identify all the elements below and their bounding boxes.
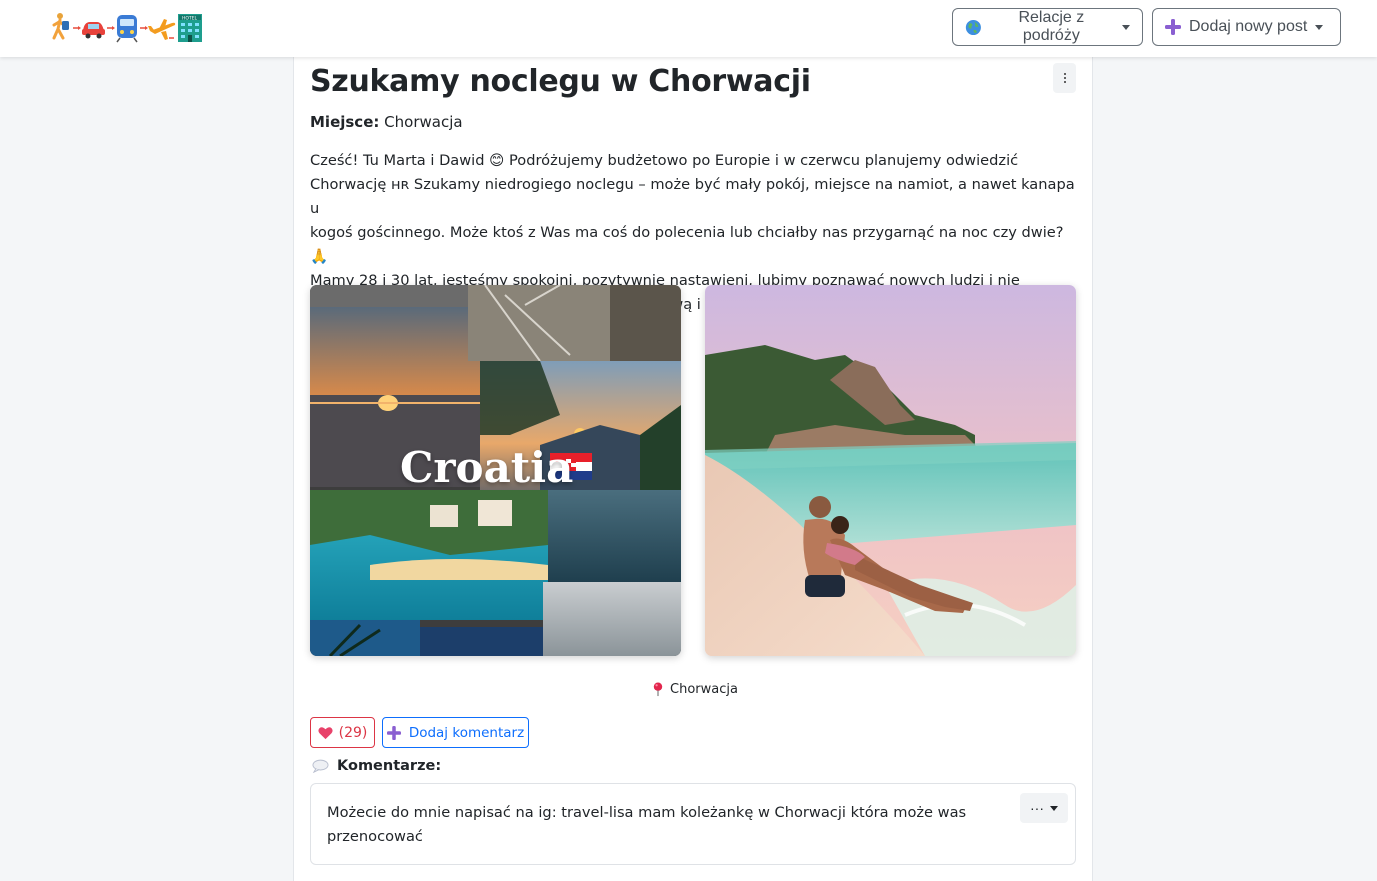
plus-icon bbox=[1165, 19, 1181, 35]
like-count: (29) bbox=[338, 724, 368, 741]
like-button[interactable]: (29) bbox=[310, 717, 375, 748]
travel-reports-dropdown[interactable]: Relacje z podróży bbox=[952, 8, 1143, 46]
collage-caption: Croatia bbox=[400, 443, 574, 492]
post-body-line: Cześć! Tu Marta i Dawid 😊 Podróżujemy bu… bbox=[310, 152, 1019, 169]
chevron-down-icon bbox=[1315, 24, 1324, 30]
add-comment-button[interactable]: Dodaj komentarz bbox=[382, 717, 529, 748]
globe-icon bbox=[965, 19, 981, 35]
airplane-icon bbox=[148, 19, 176, 40]
comment-options-dropdown[interactable]: ··· bbox=[1020, 793, 1068, 823]
post-options-menu-button[interactable] bbox=[1053, 63, 1076, 93]
car-icon bbox=[82, 22, 105, 39]
add-comment-label: Dodaj komentarz bbox=[408, 724, 525, 741]
add-post-dropdown[interactable]: Dodaj nowy post bbox=[1152, 8, 1341, 46]
hotel-icon: HOTEL bbox=[178, 14, 202, 42]
post-place: Miejsce: Chorwacja bbox=[310, 113, 463, 131]
train-icon bbox=[116, 15, 138, 43]
chevron-down-icon bbox=[1050, 805, 1058, 811]
heart-icon bbox=[318, 726, 333, 739]
kebab-dot bbox=[1063, 81, 1066, 83]
svg-text:HOTEL: HOTEL bbox=[182, 16, 198, 22]
location-label: Chorwacja bbox=[670, 682, 738, 697]
add-post-label: Dodaj nowy post bbox=[1189, 18, 1308, 35]
croatia-collage-image[interactable]: Croatia bbox=[310, 285, 681, 656]
map-pin-icon bbox=[653, 682, 663, 697]
plus-icon bbox=[386, 725, 401, 740]
beach-graphic bbox=[705, 285, 1076, 656]
comment-text-line: przenocować bbox=[327, 828, 423, 845]
speech-bubble-icon bbox=[312, 759, 329, 773]
comment-text: Możecie do mnie napisać na ig: travel-li… bbox=[327, 801, 987, 849]
kebab-dot bbox=[1063, 77, 1066, 79]
beach-couple-image[interactable] bbox=[705, 285, 1076, 656]
comment-text-line: Możecie do mnie napisać na ig: travel-li… bbox=[327, 804, 967, 821]
post-location: Chorwacja bbox=[652, 682, 738, 697]
travel-logo-icon[interactable]: HOTEL bbox=[51, 11, 206, 43]
kebab-dot bbox=[1063, 73, 1066, 75]
travel-reports-label: Relacje z podróży bbox=[1018, 9, 1085, 44]
comment-item: Możecie do mnie napisać na ig: travel-li… bbox=[310, 783, 1076, 865]
hitchhiker-icon bbox=[52, 13, 69, 40]
comments-heading-label: Komentarze: bbox=[337, 758, 442, 774]
post-title: Szukamy noclegu w Chorwacji bbox=[310, 64, 811, 99]
post-body-line: kogoś gościnnego. Może ktoś z Was ma coś… bbox=[310, 224, 1064, 265]
top-navbar: HOTEL Relacje z podróży Dodaj nowy post bbox=[0, 0, 1377, 57]
place-value: Chorwacja bbox=[384, 113, 463, 131]
comments-heading: Komentarze: bbox=[312, 758, 441, 774]
chevron-down-icon bbox=[1122, 24, 1130, 30]
place-label: Miejsce: bbox=[310, 113, 380, 131]
post-body-line: Chorwację ʜʀ Szukamy niedrogiego noclegu… bbox=[310, 176, 1075, 217]
ellipsis-icon: ··· bbox=[1030, 800, 1044, 816]
